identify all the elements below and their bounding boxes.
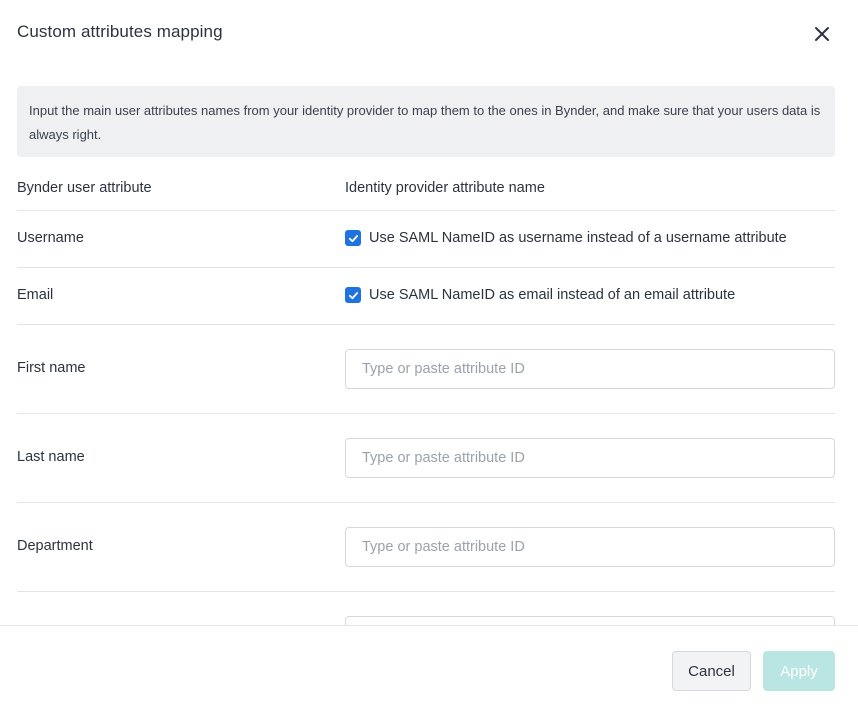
attribute-label: Username bbox=[17, 230, 84, 246]
attribute-row-email: Email Use SAML NameID as email instead o… bbox=[17, 267, 835, 324]
checkbox-label: Use SAML NameID as username instead of a… bbox=[369, 230, 787, 246]
nameid-email-checkbox[interactable]: Use SAML NameID as email instead of an e… bbox=[345, 287, 735, 303]
close-icon bbox=[815, 27, 829, 41]
attribute-label: Email bbox=[17, 287, 54, 303]
dialog-content[interactable]: Input the main user attributes names fro… bbox=[0, 68, 858, 625]
close-button[interactable] bbox=[808, 20, 836, 48]
attribute-row-department: Department bbox=[17, 502, 835, 591]
attribute-label: Last name bbox=[17, 449, 85, 465]
checkbox-label: Use SAML NameID as email instead of an e… bbox=[369, 287, 736, 303]
attribute-row-first-name: First name bbox=[17, 324, 835, 413]
dialog-title: Custom attributes mapping bbox=[17, 22, 223, 41]
first-name-attribute-input[interactable] bbox=[345, 349, 835, 389]
checkmark-icon bbox=[348, 291, 358, 299]
checkmark-icon bbox=[348, 234, 358, 242]
checkbox-checked[interactable] bbox=[345, 230, 361, 246]
cancel-button[interactable]: Cancel bbox=[672, 651, 751, 691]
dialog-footer: Cancel Apply bbox=[0, 625, 858, 710]
custom-attributes-dialog: Custom attributes mapping Input the main… bbox=[0, 0, 858, 710]
apply-button[interactable]: Apply bbox=[763, 651, 835, 691]
last-name-attribute-input[interactable] bbox=[345, 438, 835, 478]
attribute-row-last-name: Last name bbox=[17, 413, 835, 502]
column-header-bynder-attribute: Bynder user attribute bbox=[17, 180, 152, 196]
dialog-header: Custom attributes mapping bbox=[0, 0, 858, 68]
attribute-label: Department bbox=[17, 538, 93, 554]
attribute-row-username: Username Use SAML NameID as username ins… bbox=[17, 210, 835, 267]
checkbox-checked[interactable] bbox=[345, 287, 361, 303]
attribute-row-next bbox=[17, 591, 835, 625]
column-header-idp-attribute: Identity provider attribute name bbox=[345, 180, 545, 196]
next-attribute-input[interactable] bbox=[345, 616, 835, 625]
nameid-username-checkbox[interactable]: Use SAML NameID as username instead of a… bbox=[345, 230, 787, 246]
info-banner: Input the main user attributes names fro… bbox=[17, 86, 835, 157]
attribute-label: First name bbox=[17, 360, 86, 376]
department-attribute-input[interactable] bbox=[345, 527, 835, 567]
